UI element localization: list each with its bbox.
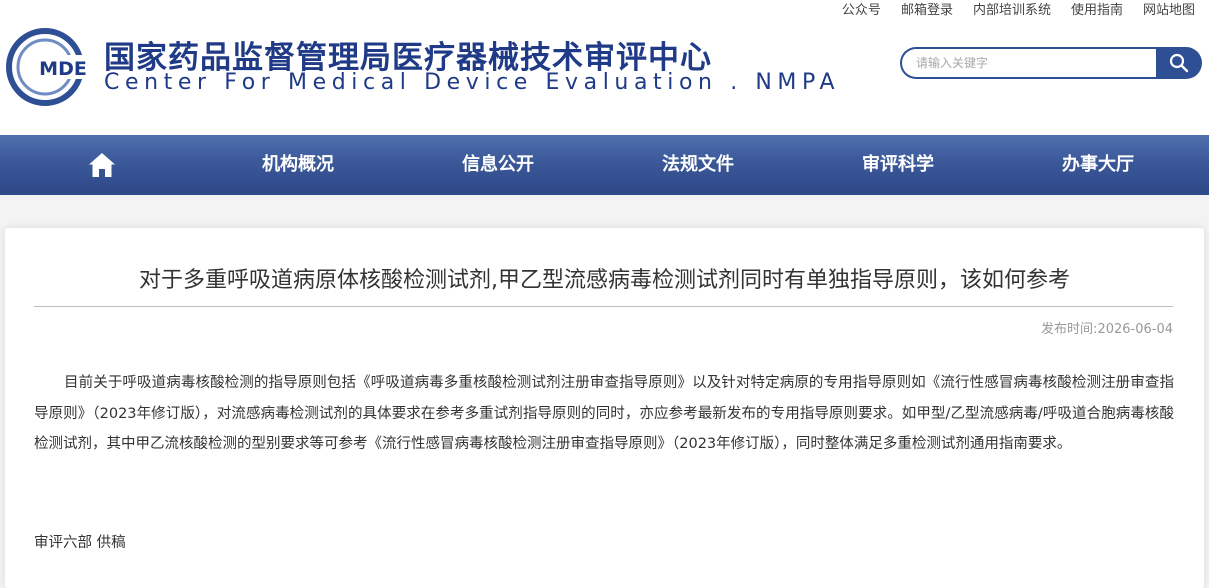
title-divider <box>34 306 1173 307</box>
top-link-guide[interactable]: 使用指南 <box>1071 0 1123 18</box>
home-icon[interactable] <box>88 152 116 178</box>
article-title: 对于多重呼吸道病原体核酸检测试剂,甲乙型流感病毒检测试剂同时有单独指导原则，该如… <box>139 268 1070 293</box>
site-title-en: Center For Medical Device Evaluation . N… <box>104 70 841 95</box>
mde-logo[interactable]: MDE <box>5 27 95 107</box>
article-body: 目前关于呼吸道病毒核酸检测的指导原则包括《呼吸道病毒多重核酸检测试剂注册审查指导… <box>34 375 1174 452</box>
nav-item-review-science[interactable]: 审评科学 <box>862 135 934 195</box>
site-header: 公众号 邮箱登录 内部培训系统 使用指南 网站地图 MDE 国家药品监督管理局医… <box>0 0 1209 135</box>
top-link-wechat[interactable]: 公众号 <box>842 0 881 18</box>
publish-date-value: 2026-06-04 <box>1097 322 1173 337</box>
logo-text: MDE <box>39 58 87 80</box>
search-bar <box>900 47 1202 79</box>
publish-date-label: 发布时间: <box>1041 322 1098 337</box>
top-link-mail-login[interactable]: 邮箱登录 <box>901 0 953 18</box>
search-icon <box>1169 53 1189 73</box>
article-signature: 审评六部 供稿 <box>34 535 126 551</box>
nav-item-regulations[interactable]: 法规文件 <box>662 135 734 195</box>
nav-item-about[interactable]: 机构概况 <box>262 135 334 195</box>
nav-item-service-hall[interactable]: 办事大厅 <box>1062 135 1134 195</box>
search-input[interactable] <box>900 47 1158 79</box>
publish-date: 发布时间:2026-06-04 <box>1041 318 1173 337</box>
top-link-training-system[interactable]: 内部培训系统 <box>973 0 1051 18</box>
search-button[interactable] <box>1156 47 1202 79</box>
main-nav: 机构概况 信息公开 法规文件 审评科学 办事大厅 <box>0 135 1209 195</box>
top-links: 公众号 邮箱登录 内部培训系统 使用指南 网站地图 <box>842 0 1195 18</box>
nav-item-info-disclosure[interactable]: 信息公开 <box>462 135 534 195</box>
top-link-sitemap[interactable]: 网站地图 <box>1143 0 1195 18</box>
